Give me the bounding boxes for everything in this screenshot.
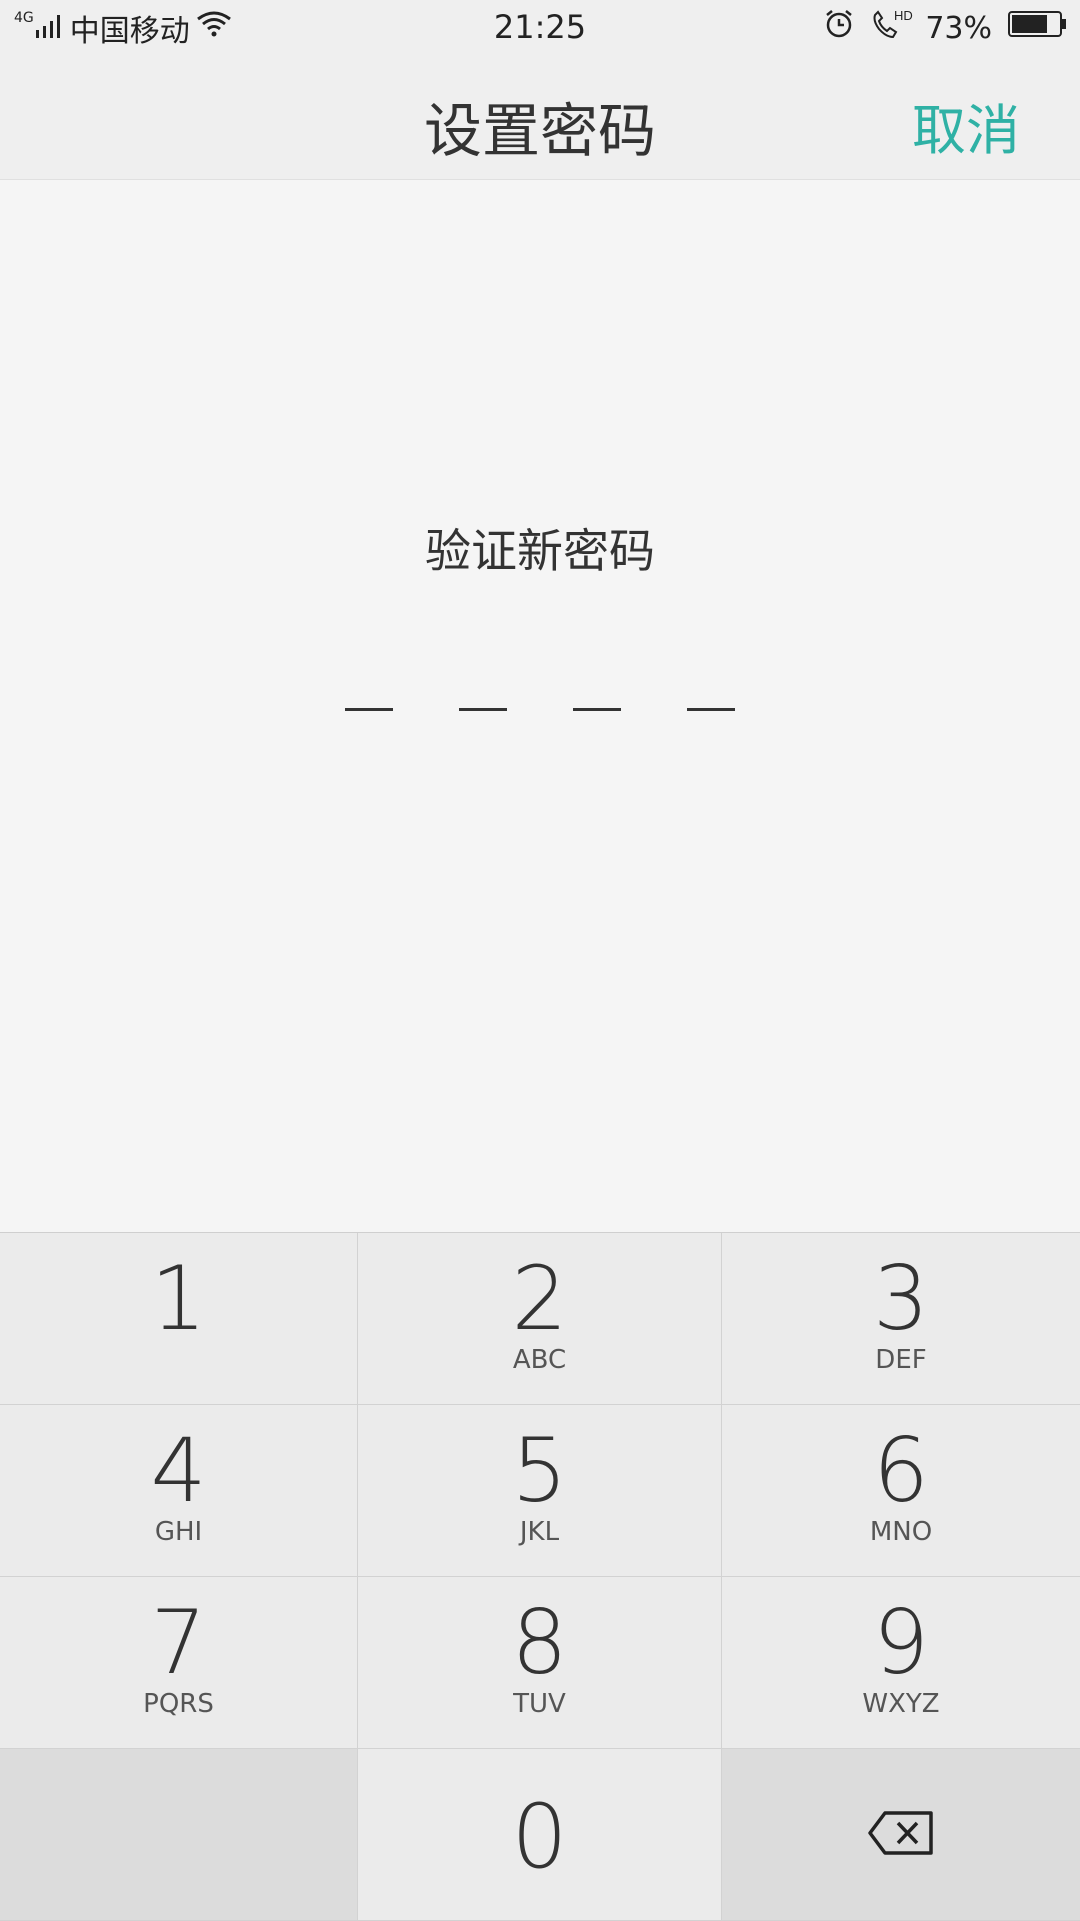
cancel-button[interactable]: 取消 xyxy=(912,86,1020,165)
key-9[interactable]: 9 WXYZ xyxy=(722,1577,1080,1749)
key-digit: 0 xyxy=(511,1785,568,1888)
key-1[interactable]: 1 xyxy=(0,1233,358,1405)
title-bar: 设置密码 取消 xyxy=(0,56,1080,180)
backspace-icon xyxy=(867,1810,935,1860)
key-digit: 8 xyxy=(511,1591,568,1694)
key-letters: DEF xyxy=(875,1345,927,1375)
key-4[interactable]: 4 GHI xyxy=(0,1405,358,1577)
pin-indicator xyxy=(0,708,1080,711)
numeric-keypad: 1 2 ABC 3 DEF 4 GHI 5 JKL 6 MNO 7 PQRS 8… xyxy=(0,1232,1080,1921)
battery-icon xyxy=(1008,10,1068,46)
key-digit: 3 xyxy=(873,1247,929,1350)
key-letters: TUV xyxy=(513,1689,566,1719)
key-8[interactable]: 8 TUV xyxy=(358,1577,722,1749)
key-5[interactable]: 5 JKL xyxy=(358,1405,722,1577)
key-letters: GHI xyxy=(154,1517,203,1547)
hd-call-icon: HD xyxy=(869,7,913,49)
pin-slot xyxy=(573,708,621,711)
key-0[interactable]: 0 xyxy=(358,1749,722,1921)
key-letters: PQRS xyxy=(143,1689,214,1719)
key-digit: 6 xyxy=(873,1419,929,1522)
key-3[interactable]: 3 DEF xyxy=(722,1233,1080,1405)
key-digit: 7 xyxy=(150,1591,207,1694)
pin-slot xyxy=(687,708,735,711)
key-letters: MNO xyxy=(869,1517,933,1547)
verify-prompt: 验证新密码 xyxy=(425,524,655,578)
key-letters: WXYZ xyxy=(862,1689,940,1719)
alarm-icon xyxy=(823,8,855,48)
key-digit: 9 xyxy=(873,1591,929,1694)
key-digit: 1 xyxy=(150,1247,207,1350)
key-2[interactable]: 2 ABC xyxy=(358,1233,722,1405)
pin-slot xyxy=(345,708,393,711)
key-letters: ABC xyxy=(512,1345,567,1375)
key-letters: JKL xyxy=(519,1517,560,1547)
svg-text:HD: HD xyxy=(894,8,913,23)
key-6[interactable]: 6 MNO xyxy=(722,1405,1080,1577)
key-7[interactable]: 7 PQRS xyxy=(0,1577,358,1749)
battery-percentage: 73% xyxy=(925,10,992,46)
key-blank xyxy=(0,1749,358,1921)
status-bar: 4G 中国移动 21:25 HD 73% xyxy=(0,0,1080,56)
backspace-button[interactable] xyxy=(722,1749,1080,1921)
key-digit: 4 xyxy=(150,1419,207,1522)
status-right: HD 73% xyxy=(823,8,1068,48)
key-digit: 2 xyxy=(511,1247,568,1350)
key-digit: 5 xyxy=(511,1419,568,1522)
pin-slot xyxy=(459,708,507,711)
